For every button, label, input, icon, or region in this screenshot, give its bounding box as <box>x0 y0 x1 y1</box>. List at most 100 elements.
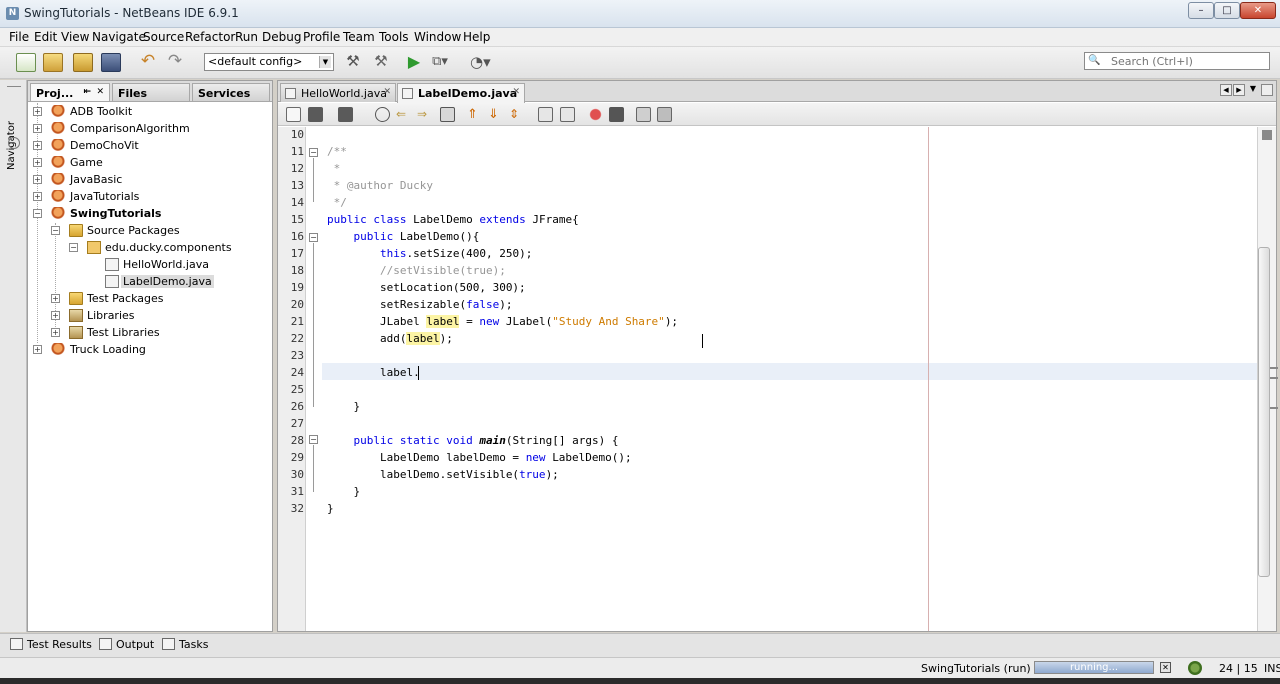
tree-node-project[interactable]: + JavaBasic <box>33 171 268 188</box>
tab-helloworld-java[interactable]: HelloWorld.java ✕ <box>280 83 396 102</box>
expand-icon[interactable]: + <box>51 311 60 320</box>
tab-test-results[interactable]: Test Results <box>10 638 92 651</box>
menu-view[interactable]: View <box>61 30 89 44</box>
comment-icon[interactable] <box>636 107 651 122</box>
expand-icon[interactable]: + <box>33 158 42 167</box>
collapse-icon[interactable]: − <box>51 226 60 235</box>
run-status-label[interactable]: SwingTutorials (run) #2 <box>921 662 1050 675</box>
tree-node-file[interactable]: HelloWorld.java <box>105 256 268 273</box>
menu-team[interactable]: Team <box>343 30 375 44</box>
last-edit-icon[interactable] <box>286 107 301 122</box>
annotation-mark[interactable] <box>1270 407 1278 409</box>
scroll-tabs-left-icon[interactable]: ◀ <box>1220 84 1232 96</box>
find-next-icon[interactable]: ⇒ <box>417 107 432 122</box>
menu-help[interactable]: Help <box>463 30 490 44</box>
expand-icon[interactable]: + <box>51 328 60 337</box>
notification-icon[interactable] <box>1188 661 1202 675</box>
forward-icon[interactable] <box>338 107 353 122</box>
tree-node-project[interactable]: + Truck Loading <box>33 341 268 358</box>
minimize-button[interactable]: – <box>1188 2 1214 19</box>
configuration-select[interactable]: <default config> ▼ <box>204 53 334 71</box>
tab-tasks[interactable]: Tasks <box>162 638 208 651</box>
tree-node-project-swingtutorials[interactable]: − SwingTutorials <box>33 205 268 222</box>
tree-node-source-packages[interactable]: − Source Packages <box>51 222 268 239</box>
minimize-window-icon[interactable]: ⇤ <box>83 87 91 97</box>
tree-node-libraries[interactable]: + Libraries <box>51 307 268 324</box>
tree-node-test-packages[interactable]: + Test Packages <box>51 290 268 307</box>
menu-window[interactable]: Window <box>414 30 461 44</box>
code-editor[interactable]: /** * * @author Ducky */ public class La… <box>322 127 1257 631</box>
close-button[interactable]: ✕ <box>1240 2 1276 19</box>
collapse-icon[interactable]: − <box>309 435 318 444</box>
clean-build-icon[interactable]: ⚒ <box>371 53 391 72</box>
build-icon[interactable]: ⚒ <box>343 53 363 72</box>
open-project-icon[interactable] <box>73 53 93 72</box>
tree-node-project[interactable]: + ADB Toolkit <box>33 103 268 120</box>
menu-source[interactable]: Source <box>143 30 184 44</box>
tab-services[interactable]: Services <box>192 83 270 101</box>
save-all-icon[interactable] <box>101 53 121 72</box>
expand-icon[interactable]: + <box>33 175 42 184</box>
menu-run[interactable]: Run <box>235 30 258 44</box>
expand-icon[interactable]: + <box>33 141 42 150</box>
menu-file[interactable]: File <box>9 30 29 44</box>
maximize-button[interactable]: □ <box>1214 2 1240 19</box>
search-field[interactable]: 🔍 <box>1084 52 1270 70</box>
tab-projects[interactable]: Proj... ⇤ ✕ <box>30 83 110 101</box>
maximize-window-icon[interactable] <box>1261 84 1273 96</box>
menu-refactor[interactable]: Refactor <box>185 30 235 44</box>
menu-profile[interactable]: Profile <box>303 30 340 44</box>
find-previous-icon[interactable]: ⇐ <box>396 107 411 122</box>
expand-icon[interactable]: + <box>33 345 42 354</box>
scrollbar-thumb[interactable] <box>1258 247 1270 577</box>
profile-icon[interactable]: ◔▾ <box>470 53 491 72</box>
redo-icon[interactable]: ↷ <box>165 53 185 72</box>
next-bookmark-icon[interactable]: ⇓ <box>488 107 503 122</box>
expand-icon[interactable]: + <box>33 124 42 133</box>
cancel-process-icon[interactable]: ✕ <box>1160 662 1171 673</box>
expand-icon[interactable]: + <box>33 192 42 201</box>
collapse-icon[interactable]: − <box>309 148 318 157</box>
search-input[interactable] <box>1111 54 1261 68</box>
tab-labeldemo-java[interactable]: LabelDemo.java ✕ <box>397 83 525 103</box>
tab-list-icon[interactable]: ▼ <box>1247 84 1259 96</box>
close-icon[interactable]: ✕ <box>383 87 391 97</box>
tab-files[interactable]: Files <box>112 83 190 101</box>
tree-node-project[interactable]: + JavaTutorials <box>33 188 268 205</box>
expand-icon[interactable]: + <box>51 294 60 303</box>
collapse-icon[interactable]: − <box>33 209 42 218</box>
run-icon[interactable]: ▶ <box>404 53 424 72</box>
tree-node-project[interactable]: + ComparisonAlgorithm <box>33 120 268 137</box>
previous-bookmark-icon[interactable]: ⇑ <box>467 107 482 122</box>
toggle-bookmark-icon[interactable]: ⇕ <box>509 107 524 122</box>
annotation-mark[interactable] <box>1270 377 1278 379</box>
shift-right-icon[interactable] <box>560 107 575 122</box>
expand-icon[interactable]: + <box>33 107 42 116</box>
tree-node-project[interactable]: + Game <box>33 154 268 171</box>
collapse-icon[interactable]: − <box>309 233 318 242</box>
tree-node-test-libraries[interactable]: + Test Libraries <box>51 324 268 341</box>
close-icon[interactable]: ✕ <box>512 87 520 97</box>
debug-icon[interactable]: ⧉▾ <box>430 53 450 72</box>
toggle-highlight-icon[interactable] <box>440 107 455 122</box>
new-project-icon[interactable] <box>43 53 63 72</box>
new-file-icon[interactable] <box>16 53 36 72</box>
uncomment-icon[interactable] <box>657 107 672 122</box>
shift-left-icon[interactable] <box>538 107 553 122</box>
collapse-icon[interactable]: − <box>69 243 78 252</box>
tree-node-package[interactable]: − edu.ducky.components <box>69 239 268 256</box>
back-icon[interactable] <box>308 107 323 122</box>
menu-debug[interactable]: Debug <box>262 30 301 44</box>
find-icon[interactable] <box>375 107 390 122</box>
menu-edit[interactable]: Edit <box>34 30 57 44</box>
annotation-mark[interactable] <box>1270 367 1278 369</box>
undo-icon[interactable]: ↶ <box>138 53 158 72</box>
menu-navigate[interactable]: Navigate <box>92 30 146 44</box>
tree-node-project[interactable]: + DemoChoVit <box>33 137 268 154</box>
tab-output[interactable]: Output <box>99 638 154 651</box>
scroll-tabs-right-icon[interactable]: ▶ <box>1233 84 1245 96</box>
start-macro-icon[interactable] <box>588 107 603 122</box>
stop-macro-icon[interactable] <box>609 107 624 122</box>
tree-node-file-selected[interactable]: LabelDemo.java <box>105 273 268 290</box>
menu-tools[interactable]: Tools <box>379 30 409 44</box>
